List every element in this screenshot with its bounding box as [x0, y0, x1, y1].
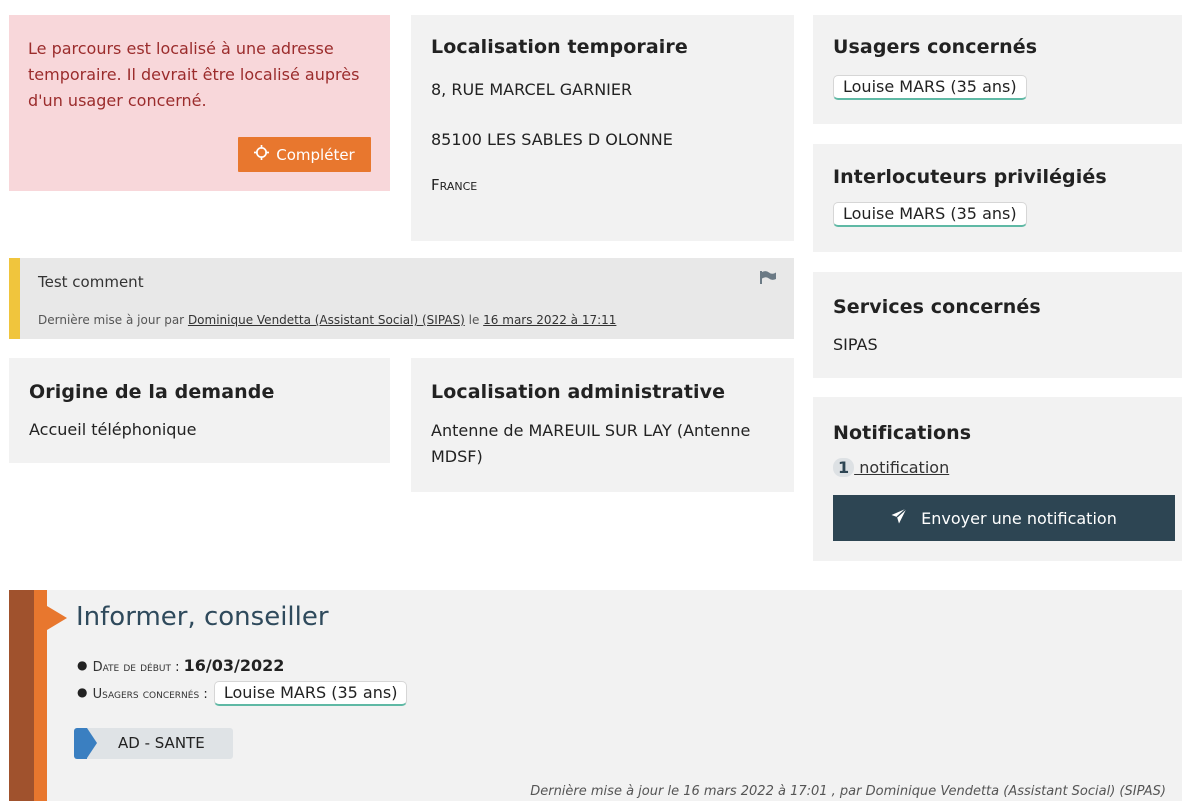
comment-bar: [9, 258, 20, 339]
privileged-contacts-panel: Interlocuteurs privilégiés Louise MARS (…: [813, 144, 1182, 252]
send-notification-label: Envoyer une notification: [921, 508, 1117, 528]
paper-plane-icon: [891, 508, 908, 528]
temp-location-city: 85100 LES SABLES D OLONNE: [431, 130, 673, 149]
step-users-label: Usagers concernés: [92, 687, 200, 702]
tag-marker-icon: [74, 728, 87, 759]
send-notification-button[interactable]: Envoyer une notification: [833, 495, 1175, 541]
step-user-pill[interactable]: Louise MARS (35 ans): [213, 681, 408, 706]
step-tag[interactable]: AD - SANTE: [74, 728, 233, 759]
concerned-services-title: Services concernés: [833, 296, 1041, 318]
concerned-users-title: Usagers concernés: [833, 36, 1038, 58]
step-dark-stripe: [9, 590, 34, 801]
complete-button[interactable]: Compléter: [238, 137, 371, 172]
step-footer: Dernière mise à jour le 16 mars 2022 à 1…: [530, 784, 1166, 799]
comment-author-link[interactable]: Dominique Vendetta (Assistant Social) (S…: [188, 313, 465, 327]
notifications-panel: Notifications 1 notification Envoyer une…: [813, 397, 1182, 561]
alert-panel: Le parcours est localisé à une adresse t…: [9, 15, 390, 191]
concerned-services-value: SIPAS: [833, 335, 878, 354]
temp-location-street: 8, RUE MARCEL GARNIER: [431, 80, 633, 99]
flag-icon[interactable]: [760, 269, 777, 288]
temp-location-country: France: [431, 176, 478, 194]
alert-message: Le parcours est localisé à une adresse t…: [28, 39, 360, 110]
step-tag-label: AD - SANTE: [118, 734, 205, 752]
notification-link-label[interactable]: notification: [854, 458, 949, 477]
comment-date-link[interactable]: 16 mars 2022 à 17:11: [483, 313, 616, 327]
notification-count-badge: 1: [833, 458, 855, 477]
origin-value: Accueil téléphonique: [29, 420, 197, 439]
notifications-link[interactable]: 1 notification: [833, 458, 949, 477]
step-panel: Informer, conseiller ● Date de début : 1…: [9, 590, 1182, 801]
step-start-date-row: ● Date de début : 16/03/2022: [77, 656, 285, 675]
comment-meta: Dernière mise à jour par Dominique Vende…: [38, 313, 616, 327]
comment-meta-prefix: Dernière mise à jour par: [38, 313, 188, 327]
step-users-sep: :: [199, 687, 212, 702]
admin-location-value: Antenne de MAREUIL SUR LAY (Antenne MDSF…: [431, 421, 751, 466]
temp-location-panel: Localisation temporaire 8, RUE MARCEL GA…: [411, 15, 794, 241]
concerned-services-panel: Services concernés SIPAS: [813, 272, 1182, 378]
complete-button-label: Compléter: [276, 145, 355, 164]
comment-panel: Test comment Dernière mise à jour par Do…: [9, 258, 794, 339]
step-orange-stripe: [34, 590, 47, 801]
origin-title: Origine de la demande: [29, 381, 275, 403]
comment-text: Test comment: [38, 273, 144, 291]
privileged-contact-pill[interactable]: Louise MARS (35 ans): [833, 202, 1027, 227]
admin-location-panel: Localisation administrative Antenne de M…: [411, 358, 794, 492]
origin-panel: Origine de la demande Accueil téléphoniq…: [9, 358, 390, 463]
step-arrow: [47, 606, 67, 630]
crosshair-icon: [254, 145, 270, 164]
notifications-title: Notifications: [833, 422, 972, 444]
step-start-date-sep: :: [171, 660, 184, 675]
concerned-users-panel: Usagers concernés Louise MARS (35 ans): [813, 15, 1182, 124]
concerned-user-pill[interactable]: Louise MARS (35 ans): [833, 75, 1027, 100]
step-users-row: ● Usagers concernés : Louise MARS (35 an…: [77, 681, 408, 706]
privileged-contacts-title: Interlocuteurs privilégiés: [833, 166, 1107, 188]
step-start-date-value: 16/03/2022: [183, 656, 285, 675]
step-start-date-label: Date de début: [92, 660, 171, 675]
comment-date-prefix: le: [464, 313, 484, 327]
step-title: Informer, conseiller: [76, 602, 329, 632]
temp-location-title: Localisation temporaire: [431, 36, 688, 58]
admin-location-title: Localisation administrative: [431, 381, 726, 403]
